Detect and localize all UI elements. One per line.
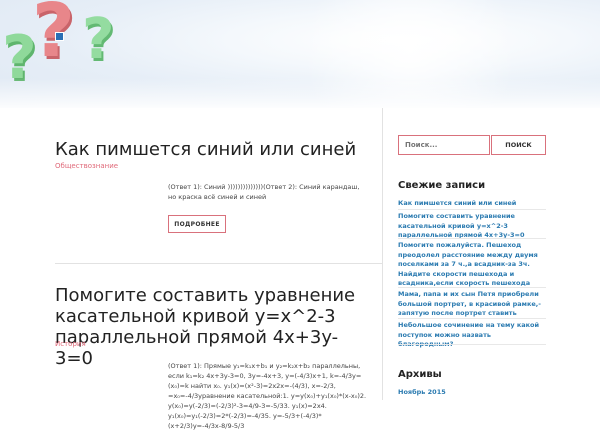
divider [398, 238, 546, 239]
sidebar-divider [382, 108, 383, 400]
divider [398, 344, 546, 345]
question-mark-red-icon: ? [32, 0, 75, 74]
recent-post-link[interactable]: Помогите пожалуйста. Пешеход преодолел р… [398, 241, 546, 289]
archive-link[interactable]: Ноябрь 2015 [398, 388, 446, 396]
search-input[interactable] [398, 135, 490, 155]
divider [398, 287, 546, 288]
header-banner: ? ? ? [0, 0, 600, 108]
question-mark-green-icon: ? [82, 7, 115, 72]
archives-title: Архивы [398, 369, 442, 380]
recent-post-link[interactable]: Помогите составить уравнение касательной… [398, 212, 546, 241]
recent-posts-title: Свежие записи [398, 180, 486, 191]
recent-post-link[interactable]: Небольшое сочинение на тему какой поступ… [398, 321, 546, 350]
post-excerpt: (Ответ 1): Прямые y₁=k₁x+b₁ и y₂=k₂x+b₂ … [168, 362, 367, 430]
post-excerpt: (Ответ 1): Синий ))))))))))))))(Ответ 2)… [168, 183, 360, 201]
post-title[interactable]: Помогите составить уравнение касательной… [55, 285, 375, 369]
post-title[interactable]: Как пимшется синий или синей [55, 139, 375, 160]
recent-post-link[interactable]: Мама, папа и их сын Петя приобрели больш… [398, 290, 546, 319]
divider [398, 209, 546, 210]
post-category-link[interactable]: Обществознание [55, 162, 118, 170]
post-category-link[interactable]: История [55, 340, 86, 348]
divider [398, 318, 546, 319]
site-badge-icon [55, 32, 64, 41]
post-separator [55, 263, 382, 264]
read-more-button[interactable]: ПОДРОБНЕЕ [168, 215, 226, 233]
header-fade [0, 78, 600, 108]
recent-post-link[interactable]: Как пимшется синий или синей [398, 199, 546, 209]
search-button[interactable]: ПОИСК [491, 135, 546, 155]
